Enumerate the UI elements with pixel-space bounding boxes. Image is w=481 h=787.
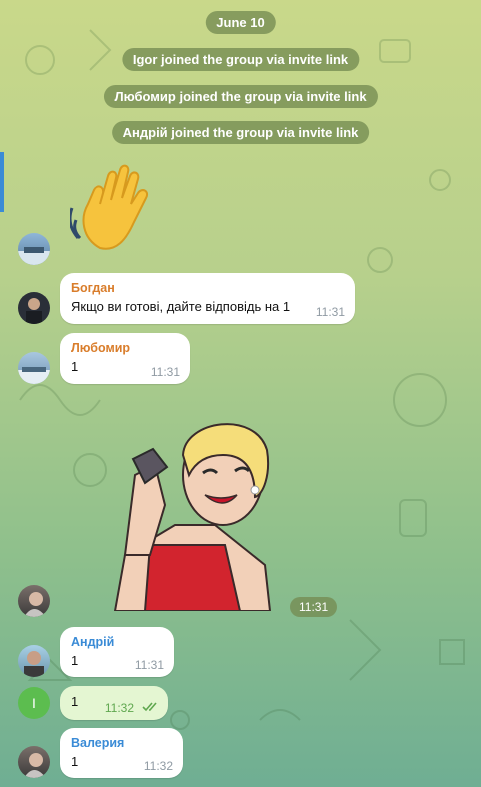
sender-name: Андрій: [71, 635, 115, 649]
message-time: 11:31: [150, 365, 180, 379]
left-accent-bar: [0, 152, 4, 212]
date-separator: June 10: [205, 11, 276, 34]
message-time: 11:32: [143, 759, 173, 773]
sticker-time: 11:31: [290, 597, 338, 617]
avatar[interactable]: [18, 585, 50, 617]
waving-hand-sticker[interactable]: [68, 160, 165, 255]
message-text: Якщо ви готові, дайте відповідь на 1: [71, 299, 291, 314]
avatar[interactable]: [18, 645, 50, 677]
message-bubble[interactable]: Андрій 1 11:31: [60, 627, 174, 677]
sender-name: Богдан: [71, 281, 115, 295]
my-avatar[interactable]: I: [18, 687, 50, 719]
message-bubble[interactable]: Любомир 1 11:31: [60, 333, 190, 384]
service-message: Любомир joined the group via invite link: [103, 85, 378, 108]
message-time: 11:32: [104, 701, 134, 715]
avatar[interactable]: [18, 746, 50, 778]
woman-sticker[interactable]: [95, 415, 275, 612]
message-time: 11:31: [134, 658, 164, 672]
sender-name: Любомир: [71, 341, 131, 355]
avatar[interactable]: [18, 292, 50, 324]
message-time: 11:31: [315, 305, 345, 319]
outgoing-message-bubble[interactable]: 1 11:32: [60, 686, 168, 720]
avatar[interactable]: [18, 233, 50, 265]
double-check-icon: [142, 700, 160, 715]
sender-name: Валерия: [71, 736, 125, 750]
service-message: Igor joined the group via invite link: [121, 48, 360, 71]
message-bubble[interactable]: Богдан Якщо ви готові, дайте відповідь н…: [60, 273, 355, 324]
message-bubble[interactable]: Валерия 1 11:32: [60, 728, 183, 778]
avatar[interactable]: [18, 352, 50, 384]
service-message: Андрій joined the group via invite link: [111, 121, 370, 144]
